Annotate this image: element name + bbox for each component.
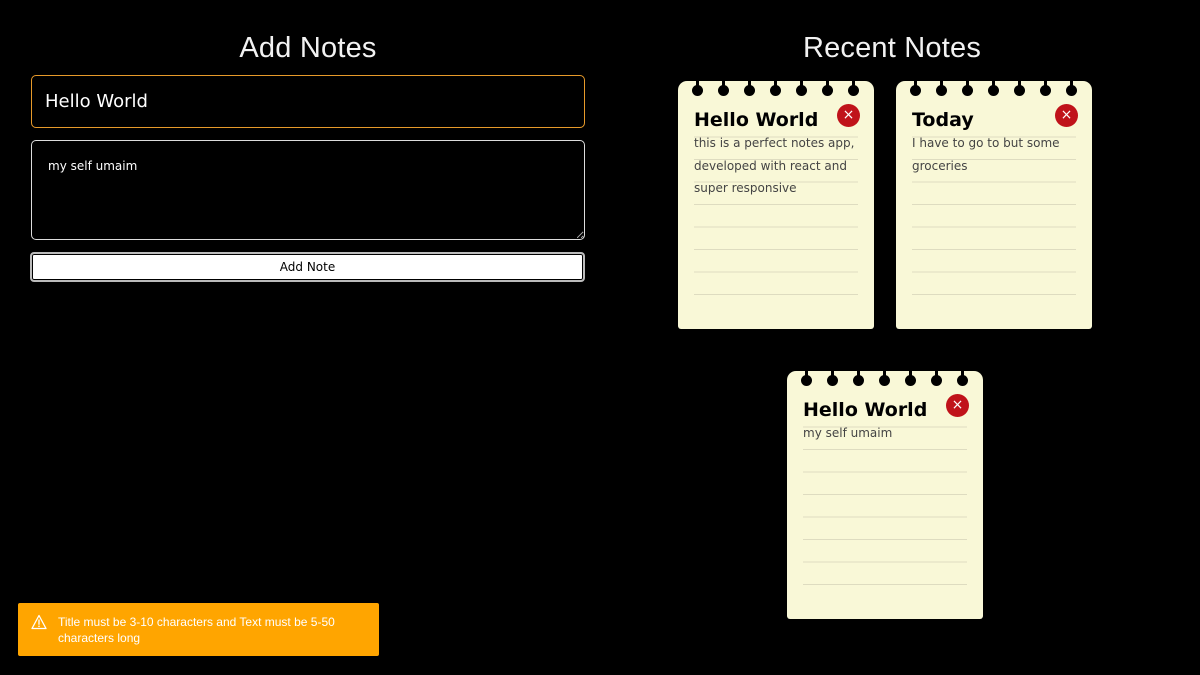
note-text-area[interactable]: my self umaim (31, 140, 585, 240)
spiral-binding (910, 75, 1078, 99)
spiral-ring (905, 365, 917, 389)
spiral-ring (1066, 75, 1078, 99)
spiral-ring (801, 365, 813, 389)
note-title: Hello World (803, 399, 928, 421)
spiral-ring (770, 75, 782, 99)
note-card: Today × I have to go to but some groceri… (896, 75, 1092, 329)
spiral-ring (718, 75, 730, 99)
recent-notes-heading: Recent Notes (802, 32, 982, 64)
spiral-ring (879, 365, 891, 389)
spiral-ring (1040, 75, 1052, 99)
spiral-binding (692, 75, 860, 99)
spiral-ring (962, 75, 974, 99)
note-text: my self umaim (803, 426, 893, 440)
spiral-ring (931, 365, 943, 389)
warning-icon (31, 614, 47, 630)
note-title-input[interactable] (31, 75, 585, 128)
spiral-ring (1014, 75, 1026, 99)
note-card: Hello World × my self umaim (787, 365, 983, 619)
delete-note-button[interactable]: × (837, 104, 860, 127)
add-note-button[interactable]: Add Note (30, 252, 585, 282)
validation-toast[interactable]: Title must be 3-10 characters and Text m… (18, 603, 379, 656)
spiral-binding (801, 365, 969, 389)
delete-note-button[interactable]: × (1055, 104, 1078, 127)
spiral-ring (827, 365, 839, 389)
note-title: Today (912, 109, 974, 131)
spiral-ring (692, 75, 704, 99)
spiral-ring (796, 75, 808, 99)
note-card: Hello World × this is a perfect notes ap… (678, 75, 874, 329)
note-text: I have to go to but some groceries (912, 136, 1060, 173)
spiral-ring (910, 75, 922, 99)
spiral-ring (936, 75, 948, 99)
spiral-ring (744, 75, 756, 99)
note-title: Hello World (694, 109, 819, 131)
spiral-ring (988, 75, 1000, 99)
spiral-ring (957, 365, 969, 389)
add-notes-heading: Add Notes (239, 32, 377, 64)
spiral-ring (853, 365, 865, 389)
delete-note-button[interactable]: × (946, 394, 969, 417)
spiral-ring (822, 75, 834, 99)
spiral-ring (848, 75, 860, 99)
toast-message: Title must be 3-10 characters and Text m… (58, 615, 335, 645)
note-text: this is a perfect notes app, developed w… (694, 136, 855, 195)
